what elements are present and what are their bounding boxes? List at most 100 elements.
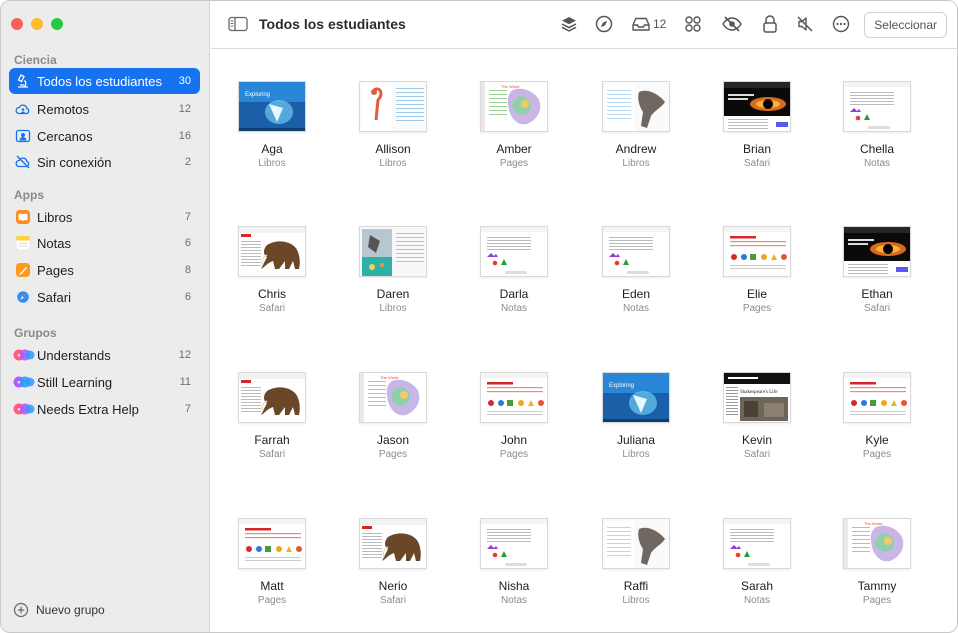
cloud-off-icon	[15, 154, 31, 170]
svg-text:The World: The World	[501, 84, 519, 89]
sidebar-item-count: 6	[184, 291, 191, 303]
student-tile-kyle[interactable]: Kyle Pages	[822, 372, 932, 460]
student-tile-allison[interactable]: Allison Libros	[338, 81, 448, 169]
sidebar-item-label: Cercanos	[37, 128, 93, 144]
student-name: Kyle	[865, 433, 889, 447]
screen-thumbnail	[359, 81, 427, 132]
student-name: Nerio	[378, 579, 408, 593]
more-button[interactable]	[831, 14, 851, 34]
student-name: Matt	[260, 579, 284, 593]
student-name: John	[500, 433, 528, 447]
mute-button[interactable]	[795, 14, 815, 34]
sidebar-item-notas[interactable]: Notas 6	[9, 230, 200, 256]
sidebar-item-understands[interactable]: ♥ Understands 12	[9, 342, 200, 368]
layers-icon	[561, 17, 577, 32]
screen-thumbnail	[602, 518, 670, 569]
student-tile-john[interactable]: John Pages	[459, 372, 569, 460]
sidebar: Ciencia Todos los estudiantes 30 Remotos 12 C…	[1, 1, 210, 632]
student-app: Pages	[499, 158, 529, 169]
student-tile-chris[interactable]: Chris Safari	[217, 226, 327, 314]
student-tile-elie[interactable]: Elie Pages	[702, 226, 812, 314]
sidebar-item-libros[interactable]: Libros 7	[9, 204, 200, 230]
new-group-label: Nuevo grupo	[36, 603, 105, 617]
sidebar-item-todos-los-estudiantes[interactable]: Todos los estudiantes 30	[9, 68, 200, 94]
student-tile-amber[interactable]: The World Amber Pages	[459, 81, 569, 169]
student-tile-daren[interactable]: Daren Libros	[338, 226, 448, 314]
student-app: Safari	[258, 303, 286, 314]
sidebar-item-count: 30	[178, 75, 191, 87]
screen-thumbnail	[480, 518, 548, 569]
group-icon: ♥	[13, 347, 35, 363]
student-tile-tammy[interactable]: The World Tammy Pages	[822, 518, 932, 606]
sidebar-item-pages[interactable]: Pages 8	[9, 257, 200, 283]
sidebar-item-label: Notas	[37, 235, 71, 251]
screen-thumbnail: The World	[843, 518, 911, 569]
screen-thumbnail	[723, 518, 791, 569]
student-tile-sarah[interactable]: Sarah Notas	[702, 518, 812, 606]
sidebar-item-safari[interactable]: Safari 6	[9, 284, 200, 310]
sidebar-item-count: 12	[178, 349, 191, 361]
more-icon	[832, 15, 850, 33]
student-tile-eden[interactable]: Eden Notas	[581, 226, 691, 314]
screen-thumbnail: Exploring	[238, 81, 306, 132]
minimize-window-button[interactable]	[31, 18, 43, 30]
student-tile-chella[interactable]: Chella Notas	[822, 81, 932, 169]
student-tile-brian[interactable]: Brian Safari	[702, 81, 812, 169]
student-app: Libros	[622, 449, 650, 460]
screen-thumbnail: Exploring	[602, 372, 670, 423]
sidebar-item-sin-conexi-n[interactable]: Sin conexión 2	[9, 149, 200, 175]
student-tile-juliana[interactable]: Exploring Juliana Libros	[581, 372, 691, 460]
student-name: Brian	[742, 142, 771, 156]
sidebar-item-remotos[interactable]: Remotos 12	[9, 96, 200, 122]
student-app: Notas	[500, 303, 528, 314]
mute-icon	[797, 16, 813, 32]
student-tile-nerio[interactable]: Nerio Safari	[338, 518, 448, 606]
student-name: Farrah	[254, 433, 290, 447]
student-name: Darla	[499, 287, 529, 301]
sidebar-item-cercanos[interactable]: Cercanos 16	[9, 123, 200, 149]
svg-text:Exploring: Exploring	[245, 92, 270, 98]
sidebar-toggle-button[interactable]	[228, 14, 248, 34]
student-tile-raffi[interactable]: Raffi Libros	[581, 518, 691, 606]
screen-thumbnail	[843, 226, 911, 277]
student-name: Allison	[375, 142, 411, 156]
student-tile-nisha[interactable]: Nisha Notas	[459, 518, 569, 606]
svg-text:♥: ♥	[18, 407, 21, 413]
app-window: Ciencia Todos los estudiantes 30 Remotos 12 C…	[0, 0, 958, 633]
student-tile-farrah[interactable]: Farrah Safari	[217, 372, 327, 460]
inbox-button[interactable]: 12	[631, 14, 671, 34]
new-group-button[interactable]: Nuevo grupo	[13, 602, 105, 618]
layers-button[interactable]	[559, 14, 579, 34]
sidebar-item-needs-extra-help[interactable]: ♥ Needs Extra Help 7	[9, 396, 200, 422]
sidebar-item-still-learning[interactable]: ♥ Still Learning 11	[9, 369, 200, 395]
screen-thumbnail	[480, 226, 548, 277]
student-tile-andrew[interactable]: Andrew Libros	[581, 81, 691, 169]
zoom-window-button[interactable]	[51, 18, 63, 30]
sidebar-item-label: Remotos	[37, 101, 90, 117]
person-card-icon	[15, 128, 31, 144]
apps-button[interactable]	[683, 14, 703, 34]
navigate-button[interactable]	[594, 14, 614, 34]
student-app: Pages	[499, 449, 529, 460]
lock-button[interactable]	[760, 14, 780, 34]
notes-icon	[15, 235, 31, 251]
student-tile-ethan[interactable]: Ethan Safari	[822, 226, 932, 314]
group-icon: ♥	[13, 374, 35, 390]
sidebar-item-count: 8	[184, 264, 191, 276]
close-window-button[interactable]	[11, 18, 23, 30]
student-name: Tammy	[857, 579, 897, 593]
group-icon: ♥	[13, 401, 35, 417]
student-tile-darla[interactable]: Darla Notas	[459, 226, 569, 314]
select-button[interactable]: Seleccionar	[864, 12, 947, 38]
hide-button[interactable]	[721, 14, 743, 34]
student-tile-aga[interactable]: Exploring Aga Libros	[217, 81, 327, 169]
screen-thumbnail	[359, 518, 427, 569]
compass-icon	[595, 15, 613, 33]
student-name: Chris	[257, 287, 286, 301]
student-tile-kevin[interactable]: Shakespeare's Life Kevin Safari	[702, 372, 812, 460]
student-tile-jason[interactable]: The World Jason Pages	[338, 372, 448, 460]
cloud-person-icon	[15, 101, 31, 117]
student-tile-matt[interactable]: Matt Pages	[217, 518, 327, 606]
sidebar-item-label: Understands	[37, 347, 111, 363]
window-controls	[11, 18, 63, 30]
